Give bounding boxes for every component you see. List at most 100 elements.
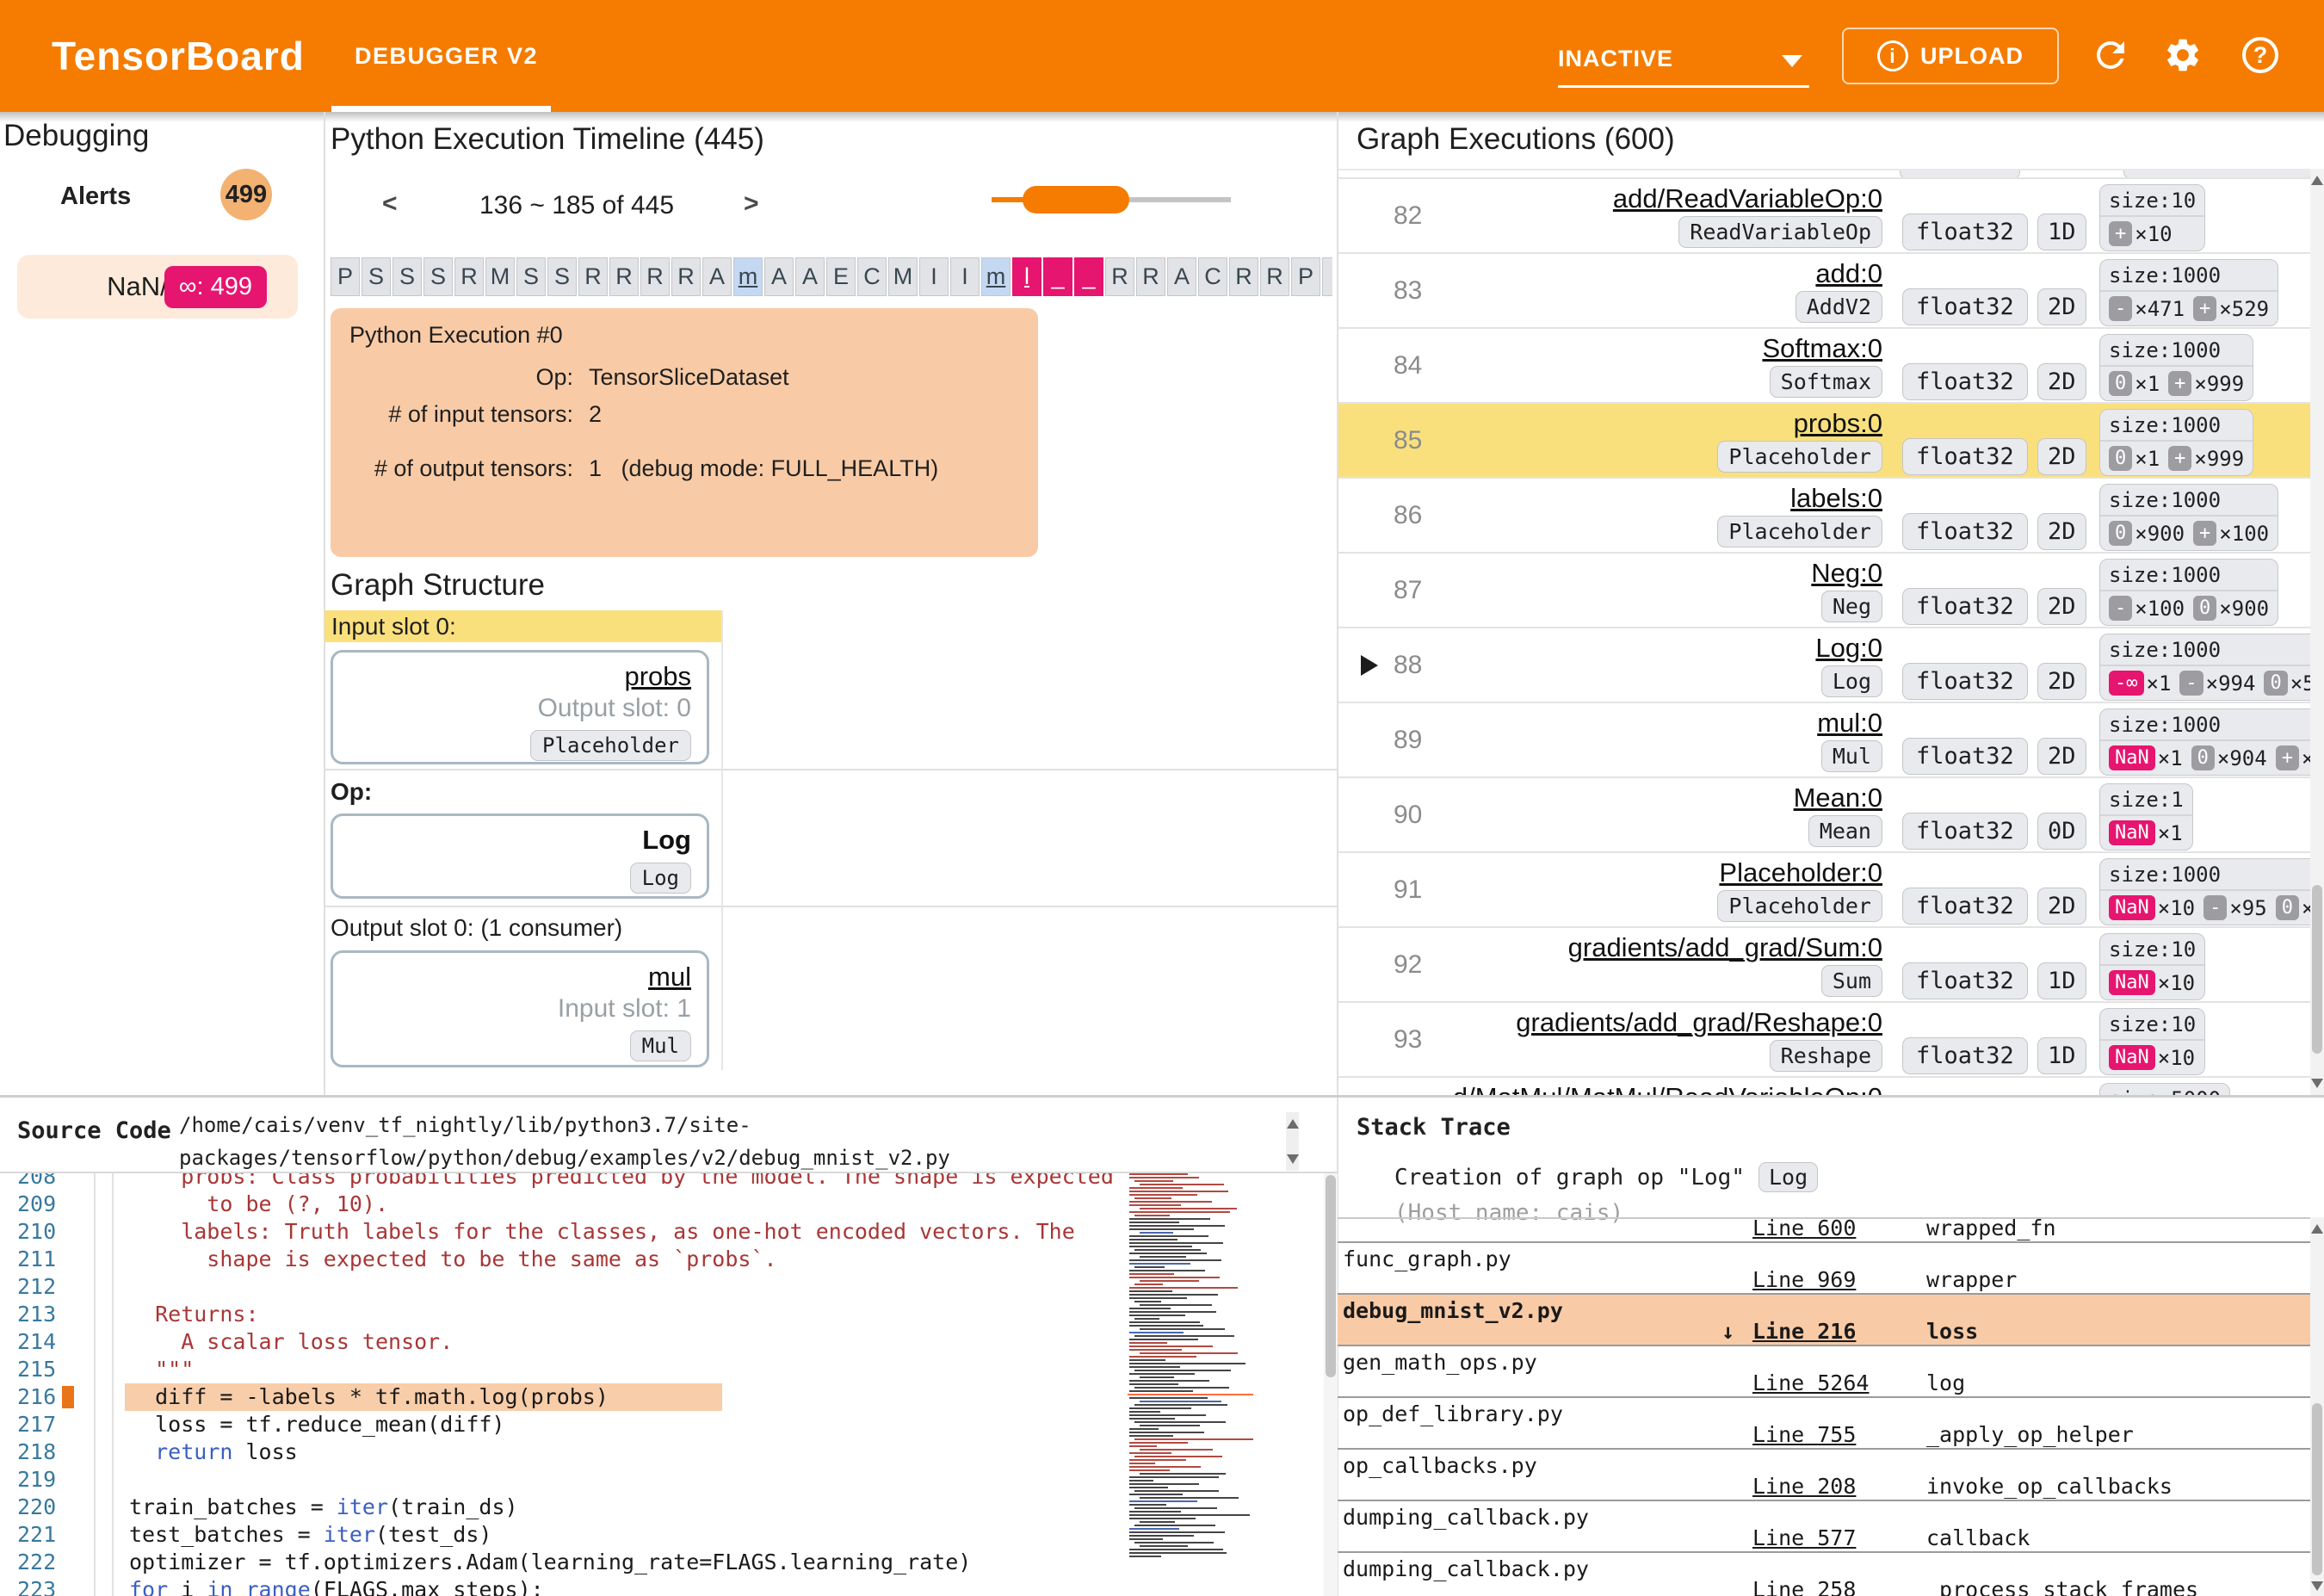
timeline-letter[interactable]: R (1260, 257, 1289, 296)
timeline-letter[interactable]: C (1198, 257, 1227, 296)
timeline-letter[interactable]: l (1012, 257, 1041, 296)
timeline-letter[interactable]: A (795, 257, 825, 296)
stack-frame[interactable]: dumping_callback.py Line 258 _process_stac… (1338, 1553, 2310, 1596)
graph-execution-row[interactable]: 89 mul:0 Mul float32 2D size:1000 NaN ×1 0 ×904 + ×… (1338, 702, 2310, 776)
graph-execution-row[interactable]: d/MatMul/MatMul/ReadVariableOp:0 size:500… (1338, 1076, 2310, 1095)
timeline-letter[interactable]: C (857, 257, 887, 296)
tensor-name-link[interactable]: d/MatMul/MatMul/ReadVariableOp:0 (1453, 1082, 1882, 1095)
tensor-name-link[interactable]: gradients/add_grad/Reshape:0 (1516, 1007, 1882, 1037)
scroll-down-icon[interactable] (2311, 1079, 2323, 1088)
timeline-next-button[interactable]: > (744, 189, 759, 219)
timeline-letter[interactable]: m (733, 257, 763, 296)
stack-line-link[interactable]: Line 969 (1752, 1267, 1856, 1292)
stack-line-link[interactable]: Line 208 (1752, 1474, 1856, 1499)
upload-button[interactable]: i UPLOAD (1842, 28, 2059, 84)
alert-nan-inf-row[interactable]: NaN/ ∞: 499 (17, 255, 298, 319)
timeline-letter[interactable]: M (485, 257, 515, 296)
tensor-name-link[interactable]: Neg:0 (1811, 558, 1882, 588)
tensor-name-link[interactable]: mul:0 (1817, 708, 1882, 738)
gear-icon[interactable] (2162, 34, 2203, 76)
graph-executions-scrollbar[interactable] (2310, 169, 2324, 1095)
run-status-select[interactable]: INACTIVE (1558, 33, 1809, 88)
timeline-letter[interactable]: _ (1074, 257, 1103, 296)
timeline-letter[interactable] (1322, 257, 1332, 296)
timeline-letter[interactable]: S (362, 257, 391, 296)
tensor-name-link[interactable]: gradients/add_grad/Sum:0 (1568, 932, 1882, 962)
timeline-letter[interactable]: R (1229, 257, 1258, 296)
scrollbar-thumb[interactable] (2312, 1403, 2322, 1575)
graph-execution-row[interactable]: 90 Mean:0 Mean float32 0D size:1 NaN ×1 (1338, 776, 2310, 851)
graph-execution-row[interactable]: 86 labels:0 Placeholder float32 2D size:1000 0… (1338, 477, 2310, 552)
timeline-letter[interactable]: E (826, 257, 856, 296)
timeline-letter[interactable]: P (331, 257, 360, 296)
graph-execution-row[interactable]: 87 Neg:0 Neg float32 2D size:1000- ×100 0 ×900 (1338, 552, 2310, 627)
graph-execution-row[interactable]: 93 gradients/add_grad/Reshape:0 Reshape flo… (1338, 1001, 2310, 1076)
path-scrollbar[interactable] (1286, 1112, 1299, 1171)
timeline-slider-thumb[interactable] (1023, 186, 1129, 213)
stack-frame[interactable]: func_graph.py Line 969 wrapper (1338, 1243, 2310, 1295)
timeline-letter[interactable]: A (764, 257, 794, 296)
timeline-letter[interactable]: A (702, 257, 732, 296)
timeline-letter[interactable]: S (516, 257, 546, 296)
scroll-up-icon[interactable] (1287, 1119, 1299, 1129)
stack-frame[interactable]: op_def_library.py Line 755 _apply_op_helpe… (1338, 1398, 2310, 1450)
timeline-letter[interactable]: R (609, 257, 639, 296)
timeline-letter[interactable]: I (950, 257, 980, 296)
stack-frame[interactable]: Line 600 wrapped_fn (1338, 1219, 2310, 1243)
graph-execution-row[interactable]: 84 Softmax:0 Softmax float32 2D size:1000 0 ×1 +… (1338, 327, 2310, 402)
timeline-letter[interactable]: R (640, 257, 670, 296)
timeline-letter[interactable]: M (888, 257, 918, 296)
graph-execution-row[interactable]: 82 add/ReadVariableOp:0 ReadVariableOp floa… (1338, 177, 2310, 252)
stack-frame[interactable]: debug_mnist_v2.py ↓ Line 216 loss (1338, 1295, 2310, 1346)
timeline-letter[interactable]: A (1167, 257, 1196, 296)
stack-line-link[interactable]: Line 216 (1752, 1319, 1856, 1344)
tensor-name-link[interactable]: add:0 (1815, 258, 1882, 288)
timeline-letter[interactable]: S (423, 257, 453, 296)
timeline-letter[interactable]: R (1105, 257, 1134, 296)
scroll-up-icon[interactable] (2311, 1224, 2323, 1234)
timeline-letter[interactable]: R (578, 257, 608, 296)
graph-execution-row[interactable]: 83 add:0 AddV2 float32 2D size:1000- ×471 + ×529 (1338, 252, 2310, 327)
help-icon[interactable]: ? (2240, 34, 2281, 76)
code-minimap[interactable] (1128, 1173, 1258, 1596)
tensor-name-link[interactable]: Mean:0 (1794, 783, 1882, 813)
stack-line-link[interactable]: Line 5264 (1752, 1370, 1869, 1395)
timeline-letter[interactable]: _ (1043, 257, 1072, 296)
tensor-name-link[interactable]: Softmax:0 (1762, 333, 1882, 363)
graph-execution-row[interactable]: 85 probs:0 Placeholder float32 2D size:1000 0 ×… (1338, 402, 2310, 477)
input-node-link[interactable]: probs (624, 661, 691, 691)
tensor-name-link[interactable]: Log:0 (1815, 633, 1882, 663)
stack-line-link[interactable]: Line 258 (1752, 1577, 1856, 1596)
graph-execution-row[interactable]: 92 gradients/add_grad/Sum:0 Sum float32 1D si… (1338, 926, 2310, 1001)
timeline-letter[interactable]: R (454, 257, 484, 296)
refresh-icon[interactable] (2090, 34, 2131, 76)
timeline-letter[interactable]: I (919, 257, 949, 296)
scrollbar-thumb[interactable] (2312, 885, 2322, 1054)
timeline-letter[interactable]: m (981, 257, 1011, 296)
tensor-name-link[interactable]: probs:0 (1794, 408, 1882, 438)
tensor-name-link[interactable]: Placeholder:0 (1719, 857, 1882, 888)
scrollbar-thumb[interactable] (1326, 1175, 1336, 1377)
tensor-name-link[interactable]: add/ReadVariableOp:0 (1613, 183, 1882, 213)
graph-execution-row[interactable]: 88 Log:0 Log float32 2D size:1000 -∞ ×1- ×994 0 ×5 (1338, 627, 2310, 702)
timeline-slider-track-right[interactable] (1129, 197, 1231, 202)
timeline-slider-track-left[interactable] (992, 197, 1024, 202)
consumer-node-link[interactable]: mul (648, 962, 691, 992)
stack-scrollbar[interactable] (2310, 1217, 2324, 1596)
scroll-down-icon[interactable] (1287, 1154, 1299, 1164)
scroll-up-icon[interactable] (2311, 176, 2323, 185)
code-scrollbar[interactable] (1324, 1173, 1338, 1596)
scroll-down-icon[interactable] (2311, 1581, 2323, 1591)
stack-frame[interactable]: op_callbacks.py Line 208 invoke_op_callbac… (1338, 1450, 2310, 1501)
timeline-letter[interactable]: S (547, 257, 577, 296)
stack-line-link[interactable]: Line 755 (1752, 1422, 1856, 1447)
stack-line-link[interactable]: Line 600 (1752, 1219, 1856, 1240)
timeline-letter[interactable]: P (1291, 257, 1320, 296)
timeline-letter[interactable]: R (671, 257, 701, 296)
timeline-prev-button[interactable]: < (382, 189, 398, 219)
tab-debugger-v2[interactable]: DEBUGGER V2 (355, 43, 538, 70)
tensor-name-link[interactable]: labels:0 (1790, 483, 1882, 513)
timeline-letter[interactable]: S (392, 257, 422, 296)
stack-frame[interactable]: gen_math_ops.py Line 5264 log (1338, 1346, 2310, 1398)
graph-execution-row[interactable]: 91 Placeholder:0 Placeholder float32 2D size:… (1338, 851, 2310, 926)
